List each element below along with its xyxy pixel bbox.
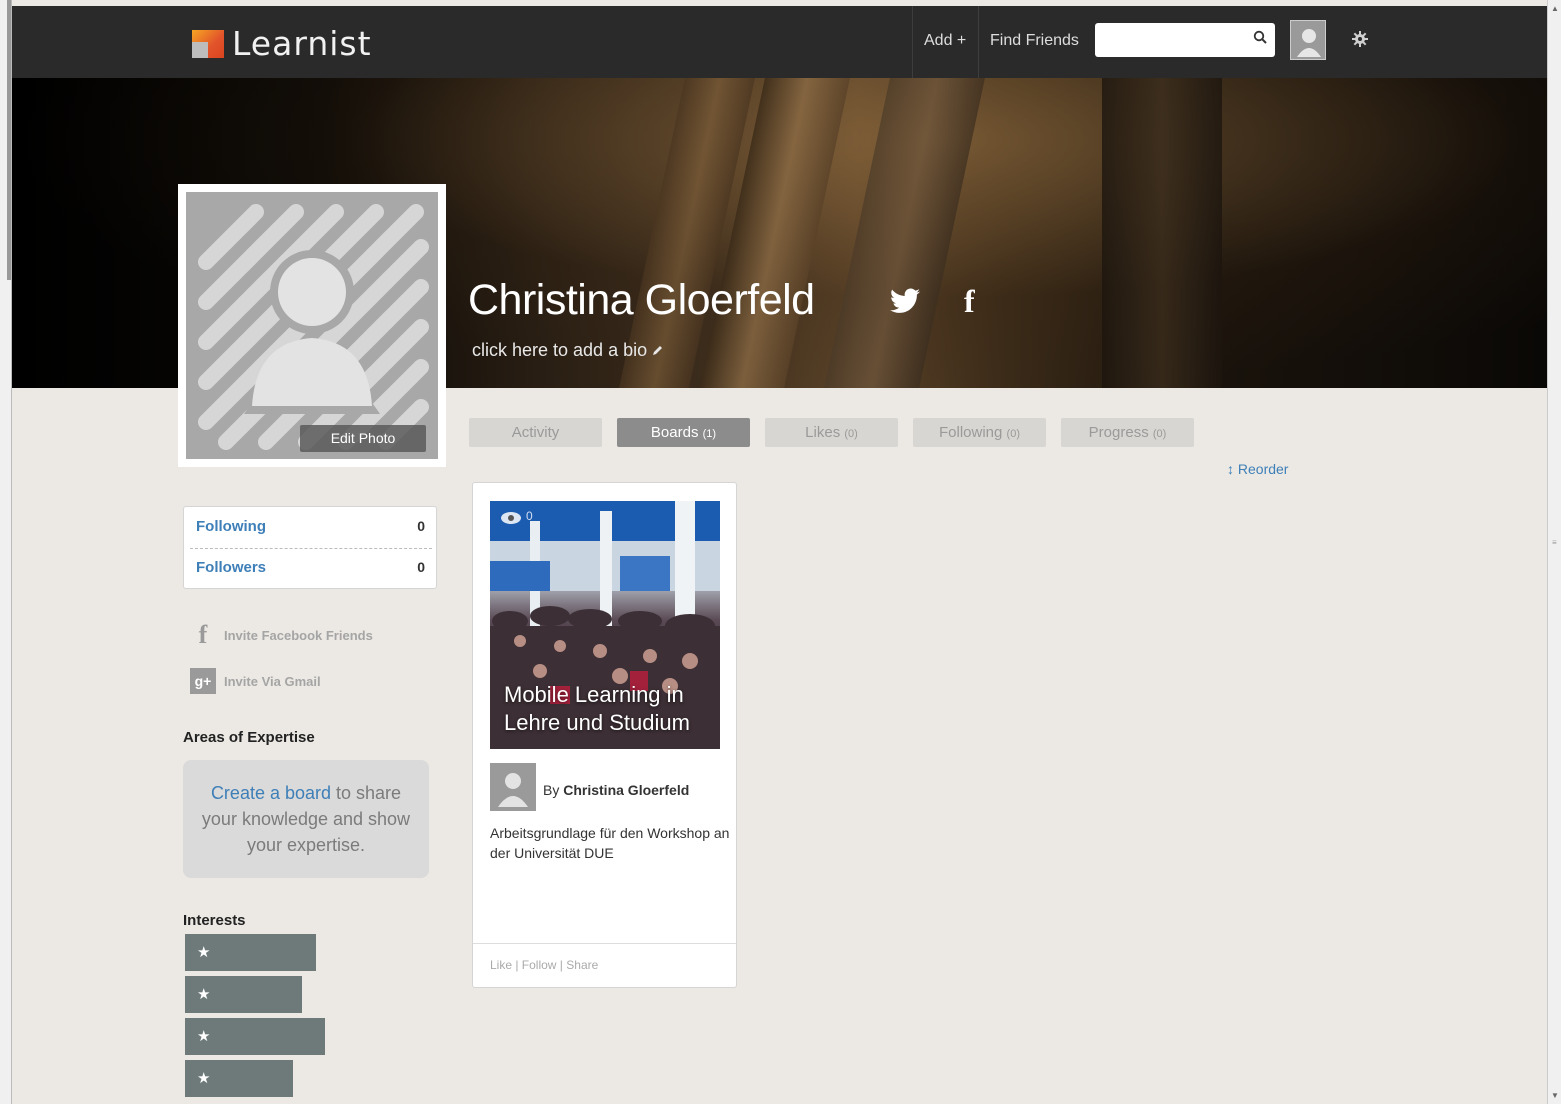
interest-tag[interactable]: ★education [185,934,316,998]
add-button[interactable]: Add + [924,32,966,50]
invite-facebook-link[interactable]: f Invite Facebook Friends [190,620,373,649]
star-icon: ★ [197,943,211,961]
board-description: Arbeitsgrundlage für den Workshop an der… [490,825,730,861]
left-scroll-thumb [7,0,11,280]
tab-boards[interactable]: Boards (1) [617,418,750,447]
banner-ornament-image [1102,78,1222,388]
followers-stat[interactable]: Followers 0 [184,548,438,588]
find-friends-link[interactable]: Find Friends [990,32,1079,50]
tab-likes[interactable]: Likes (0) [765,418,898,447]
facebook-icon[interactable]: f [964,283,975,320]
learnist-logo-icon [192,29,224,58]
following-count: 0 [417,518,425,534]
board-author: By Christina Gloerfeld [543,782,690,798]
create-board-link[interactable]: Create a board [211,783,331,803]
view-count: 0 [526,509,533,523]
nav-divider [912,6,913,78]
bio-prompt[interactable]: click here to add a bio [472,340,664,361]
scroll-down-icon[interactable]: ▼ [1551,1091,1559,1100]
top-navigation: Learnist Add + Find Friends [12,6,1547,78]
scroll-grip-icon: ≡ [1552,538,1557,547]
reorder-link[interactable]: ↕ Reorder [1227,461,1288,477]
interest-tag[interactable]: ★technology [185,1018,325,1082]
window-left-edge [0,0,12,1104]
logo-text: Learnist [232,24,372,63]
followers-count: 0 [417,559,425,575]
google-plus-icon: g+ [190,668,216,694]
follow-stats: Following 0 Followers 0 [183,506,437,589]
banner-book-image [821,78,988,388]
facebook-icon: f [198,620,208,649]
gear-icon[interactable] [1351,30,1369,48]
nav-divider [978,6,979,78]
expertise-box: Create a board to share your knowledge a… [183,760,429,878]
vertical-scrollbar[interactable]: ▲ ≡ ▼ [1547,0,1561,1104]
default-avatar-icon [198,204,429,450]
star-icon: ★ [197,1069,211,1087]
avatar-silhouette-icon [498,773,528,807]
tab-activity[interactable]: Activity [469,418,602,447]
search-input[interactable] [1095,23,1275,57]
tab-progress[interactable]: Progress (0) [1061,418,1194,447]
tab-following[interactable]: Following (0) [913,418,1046,447]
board-actions[interactable]: Like | Follow | Share [473,943,736,986]
board-cover-image[interactable]: 0 Mobile Learning in Lehre und Studium [490,501,720,749]
star-icon: ★ [197,1027,211,1045]
avatar-silhouette-icon [1297,29,1321,57]
star-icon: ★ [197,985,211,1003]
profile-photo[interactable]: Edit Photo [178,184,446,467]
interest-tag[interactable]: ★learning [185,976,302,1040]
logo[interactable]: Learnist [192,24,372,63]
following-label[interactable]: Following [196,518,266,535]
edit-photo-button[interactable]: Edit Photo [300,425,426,452]
twitter-icon[interactable] [890,288,920,314]
pencil-icon [653,346,663,355]
interest-tag[interactable]: ★edtech [185,1060,293,1097]
interests-title: Interests [183,912,246,929]
board-title[interactable]: Mobile Learning in Lehre und Studium [504,681,704,737]
followers-label[interactable]: Followers [196,559,266,576]
invite-gmail-link[interactable]: g+ Invite Via Gmail [190,668,321,694]
scroll-up-icon[interactable]: ▲ [1551,4,1559,13]
eye-icon [501,512,521,524]
user-avatar[interactable] [1290,20,1326,60]
profile-tabs: Activity Boards (1) Likes (0) Following … [469,418,1194,447]
author-avatar[interactable] [490,763,536,811]
board-card[interactable]: 0 Mobile Learning in Lehre und Studium B… [472,482,737,988]
search-icon[interactable] [1253,30,1267,44]
profile-name: Christina Gloerfeld [468,276,815,324]
expertise-title: Areas of Expertise [183,729,315,746]
following-stat[interactable]: Following 0 [184,507,438,547]
author-name-link[interactable]: Christina Gloerfeld [563,782,689,798]
